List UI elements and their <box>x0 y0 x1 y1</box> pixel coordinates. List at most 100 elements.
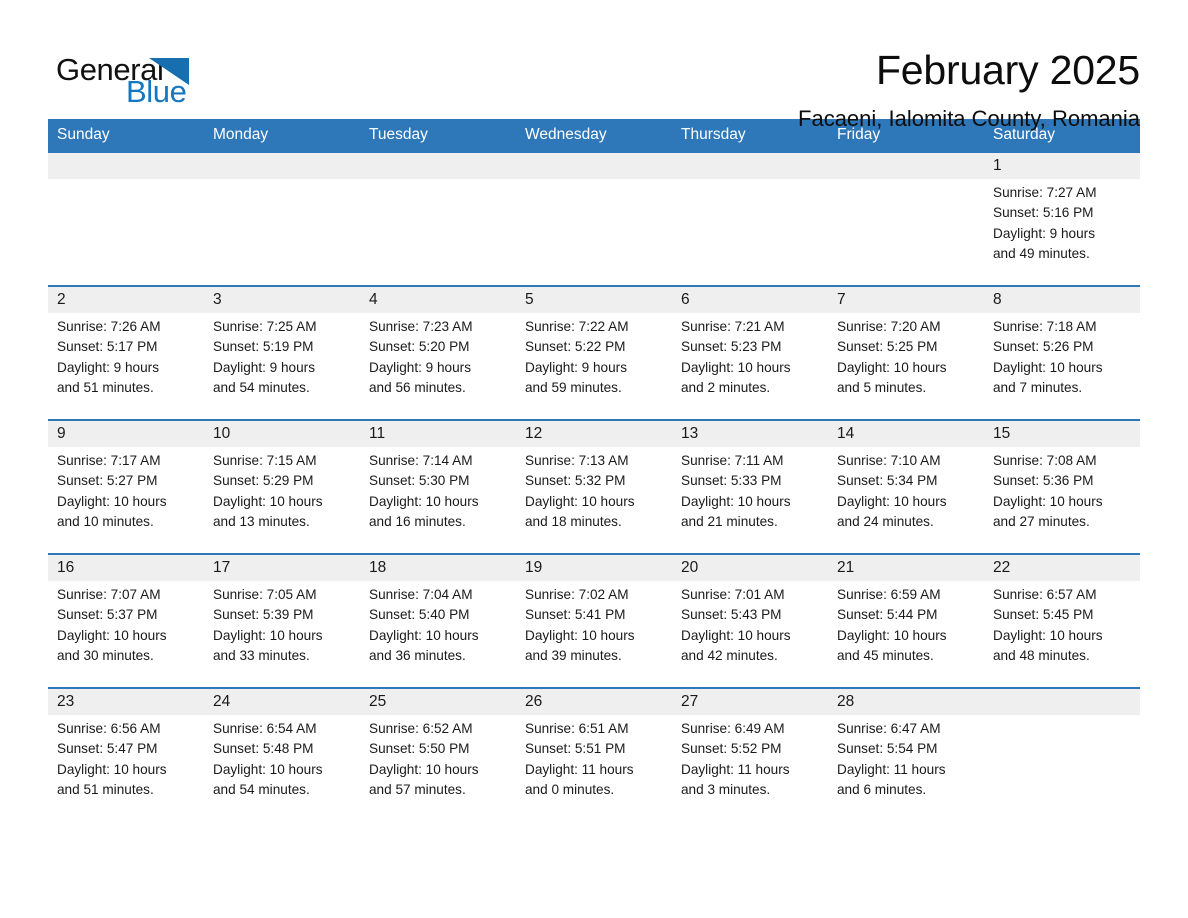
calendar-empty-cell <box>516 151 672 286</box>
day-number: 14 <box>828 421 984 447</box>
daylight-text-line2: and 49 minutes. <box>993 245 1090 261</box>
daylight-text-line1: Daylight: 11 hours <box>525 761 634 777</box>
calendar-day-cell[interactable]: 9 Sunrise: 7:17 AM Sunset: 5:27 PM Daylight… <box>48 419 204 554</box>
calendar-page: General Blue February 2025 Facaeni, Ialo… <box>0 0 1188 918</box>
day-number <box>360 153 516 179</box>
day-number: 24 <box>204 689 360 715</box>
calendar-day-cell[interactable]: 20 Sunrise: 7:01 AM Sunset: 5:43 PM Dayligh… <box>672 553 828 688</box>
sunset-text: Sunset: 5:32 PM <box>525 473 626 489</box>
calendar-day-cell[interactable]: 16 Sunrise: 7:07 AM Sunset: 5:37 PM Dayligh… <box>48 553 204 688</box>
calendar-day-cell[interactable]: 2 Sunrise: 7:26 AM Sunset: 5:17 PM Daylight… <box>48 285 204 420</box>
day-number: 12 <box>516 421 672 447</box>
daylight-text-line1: Daylight: 10 hours <box>993 359 1103 375</box>
sunrise-text: Sunrise: 7:25 AM <box>213 319 317 334</box>
sunset-text: Sunset: 5:52 PM <box>681 741 782 757</box>
calendar-day-cell[interactable]: 19 Sunrise: 7:02 AM Sunset: 5:41 PM Dayligh… <box>516 553 672 688</box>
sunset-text: Sunset: 5:23 PM <box>681 339 782 355</box>
sunset-text: Sunset: 5:36 PM <box>993 473 1094 489</box>
day-number: 17 <box>204 555 360 581</box>
calendar-week-row: 1 Sunrise: 7:27 AM Sunset: 5:16 PM Daylight… <box>48 151 1140 286</box>
day-number: 27 <box>672 689 828 715</box>
calendar-day-cell[interactable]: 14 Sunrise: 7:10 AM Sunset: 5:34 PM Dayligh… <box>828 419 984 554</box>
calendar-day-cell[interactable]: 10 Sunrise: 7:15 AM Sunset: 5:29 PM Dayligh… <box>204 419 360 554</box>
day-sun-info: Sunrise: 6:51 AM Sunset: 5:51 PM Daylight:… <box>516 715 672 800</box>
day-sun-info: Sunrise: 7:08 AM Sunset: 5:36 PM Daylight:… <box>984 447 1140 532</box>
calendar-day-cell[interactable]: 15 Sunrise: 7:08 AM Sunset: 5:36 PM Dayligh… <box>984 419 1140 554</box>
calendar-day-cell[interactable]: 24 Sunrise: 6:54 AM Sunset: 5:48 PM Dayligh… <box>204 687 360 822</box>
daylight-text-line2: and 24 minutes. <box>837 513 934 529</box>
sunrise-text: Sunrise: 7:20 AM <box>837 319 941 334</box>
calendar-day-cell[interactable]: 26 Sunrise: 6:51 AM Sunset: 5:51 PM Dayligh… <box>516 687 672 822</box>
day-sun-info: Sunrise: 7:01 AM Sunset: 5:43 PM Daylight:… <box>672 581 828 666</box>
sunrise-text: Sunrise: 7:27 AM <box>993 185 1097 200</box>
calendar-day-cell[interactable]: 27 Sunrise: 6:49 AM Sunset: 5:52 PM Dayligh… <box>672 687 828 822</box>
sunrise-text: Sunrise: 6:59 AM <box>837 587 941 602</box>
calendar-day-cell[interactable]: 21 Sunrise: 6:59 AM Sunset: 5:44 PM Dayligh… <box>828 553 984 688</box>
day-sun-info: Sunrise: 7:27 AM Sunset: 5:16 PM Daylight:… <box>984 179 1140 264</box>
day-number: 26 <box>516 689 672 715</box>
sunrise-text: Sunrise: 6:57 AM <box>993 587 1097 602</box>
calendar-day-cell[interactable]: 25 Sunrise: 6:52 AM Sunset: 5:50 PM Dayligh… <box>360 687 516 822</box>
daylight-text-line1: Daylight: 10 hours <box>525 493 635 509</box>
sunrise-text: Sunrise: 6:52 AM <box>369 721 473 736</box>
calendar-day-cell[interactable]: 3 Sunrise: 7:25 AM Sunset: 5:19 PM Daylight… <box>204 285 360 420</box>
calendar-day-cell[interactable]: 23 Sunrise: 6:56 AM Sunset: 5:47 PM Dayligh… <box>48 687 204 822</box>
daylight-text-line1: Daylight: 10 hours <box>993 493 1103 509</box>
sunrise-text: Sunrise: 7:08 AM <box>993 453 1097 468</box>
daylight-text-line2: and 57 minutes. <box>369 781 466 797</box>
calendar-week-row: 23 Sunrise: 6:56 AM Sunset: 5:47 PM Dayligh… <box>48 687 1140 822</box>
sunset-text: Sunset: 5:17 PM <box>57 339 158 355</box>
calendar-empty-cell <box>360 151 516 286</box>
day-number: 6 <box>672 287 828 313</box>
daylight-text-line2: and 33 minutes. <box>213 647 310 663</box>
calendar-empty-cell <box>204 151 360 286</box>
daylight-text-line2: and 51 minutes. <box>57 379 154 395</box>
daylight-text-line2: and 13 minutes. <box>213 513 310 529</box>
daylight-text-line1: Daylight: 9 hours <box>525 359 628 375</box>
calendar-day-cell[interactable]: 7 Sunrise: 7:20 AM Sunset: 5:25 PM Daylight… <box>828 285 984 420</box>
calendar-day-cell[interactable]: 22 Sunrise: 6:57 AM Sunset: 5:45 PM Dayligh… <box>984 553 1140 688</box>
sunset-text: Sunset: 5:43 PM <box>681 607 782 623</box>
day-sun-info: Sunrise: 6:56 AM Sunset: 5:47 PM Daylight:… <box>48 715 204 800</box>
daylight-text-line2: and 51 minutes. <box>57 781 154 797</box>
day-sun-info: Sunrise: 6:47 AM Sunset: 5:54 PM Daylight:… <box>828 715 984 800</box>
daylight-text-line2: and 18 minutes. <box>525 513 622 529</box>
calendar-day-cell[interactable]: 18 Sunrise: 7:04 AM Sunset: 5:40 PM Dayligh… <box>360 553 516 688</box>
calendar-day-cell[interactable]: 8 Sunrise: 7:18 AM Sunset: 5:26 PM Daylight… <box>984 285 1140 420</box>
daylight-text-line1: Daylight: 10 hours <box>57 761 167 777</box>
day-sun-info: Sunrise: 6:57 AM Sunset: 5:45 PM Daylight:… <box>984 581 1140 666</box>
calendar-day-cell[interactable]: 12 Sunrise: 7:13 AM Sunset: 5:32 PM Dayligh… <box>516 419 672 554</box>
sunrise-text: Sunrise: 6:49 AM <box>681 721 785 736</box>
sunset-text: Sunset: 5:40 PM <box>369 607 470 623</box>
weekday-header-sunday: Sunday <box>48 119 204 152</box>
daylight-text-line1: Daylight: 9 hours <box>369 359 472 375</box>
day-number: 10 <box>204 421 360 447</box>
calendar-day-cell[interactable]: 17 Sunrise: 7:05 AM Sunset: 5:39 PM Dayligh… <box>204 553 360 688</box>
calendar-day-cell[interactable]: 11 Sunrise: 7:14 AM Sunset: 5:30 PM Dayligh… <box>360 419 516 554</box>
day-sun-info: Sunrise: 6:52 AM Sunset: 5:50 PM Daylight:… <box>360 715 516 800</box>
sunrise-text: Sunrise: 7:15 AM <box>213 453 317 468</box>
sunset-text: Sunset: 5:34 PM <box>837 473 938 489</box>
daylight-text-line1: Daylight: 9 hours <box>993 225 1096 241</box>
daylight-text-line2: and 21 minutes. <box>681 513 778 529</box>
calendar-day-cell[interactable]: 6 Sunrise: 7:21 AM Sunset: 5:23 PM Daylight… <box>672 285 828 420</box>
daylight-text-line2: and 59 minutes. <box>525 379 622 395</box>
day-sun-info: Sunrise: 7:23 AM Sunset: 5:20 PM Daylight:… <box>360 313 516 398</box>
day-number: 19 <box>516 555 672 581</box>
calendar-day-cell[interactable]: 13 Sunrise: 7:11 AM Sunset: 5:33 PM Dayligh… <box>672 419 828 554</box>
calendar-day-cell[interactable]: 28 Sunrise: 6:47 AM Sunset: 5:54 PM Dayligh… <box>828 687 984 822</box>
calendar-day-cell[interactable]: 5 Sunrise: 7:22 AM Sunset: 5:22 PM Daylight… <box>516 285 672 420</box>
day-number: 7 <box>828 287 984 313</box>
day-sun-info: Sunrise: 7:11 AM Sunset: 5:33 PM Daylight:… <box>672 447 828 532</box>
day-sun-info: Sunrise: 7:10 AM Sunset: 5:34 PM Daylight:… <box>828 447 984 532</box>
day-sun-info: Sunrise: 7:18 AM Sunset: 5:26 PM Daylight:… <box>984 313 1140 398</box>
day-number: 2 <box>48 287 204 313</box>
calendar-day-cell[interactable]: 1 Sunrise: 7:27 AM Sunset: 5:16 PM Daylight… <box>984 151 1140 286</box>
sunrise-text: Sunrise: 7:26 AM <box>57 319 161 334</box>
calendar-day-cell[interactable]: 4 Sunrise: 7:23 AM Sunset: 5:20 PM Daylight… <box>360 285 516 420</box>
sunset-text: Sunset: 5:19 PM <box>213 339 314 355</box>
sunset-text: Sunset: 5:37 PM <box>57 607 158 623</box>
general-blue-logo[interactable]: General Blue <box>48 46 198 110</box>
sunrise-text: Sunrise: 7:02 AM <box>525 587 629 602</box>
day-sun-info: Sunrise: 6:49 AM Sunset: 5:52 PM Daylight:… <box>672 715 828 800</box>
